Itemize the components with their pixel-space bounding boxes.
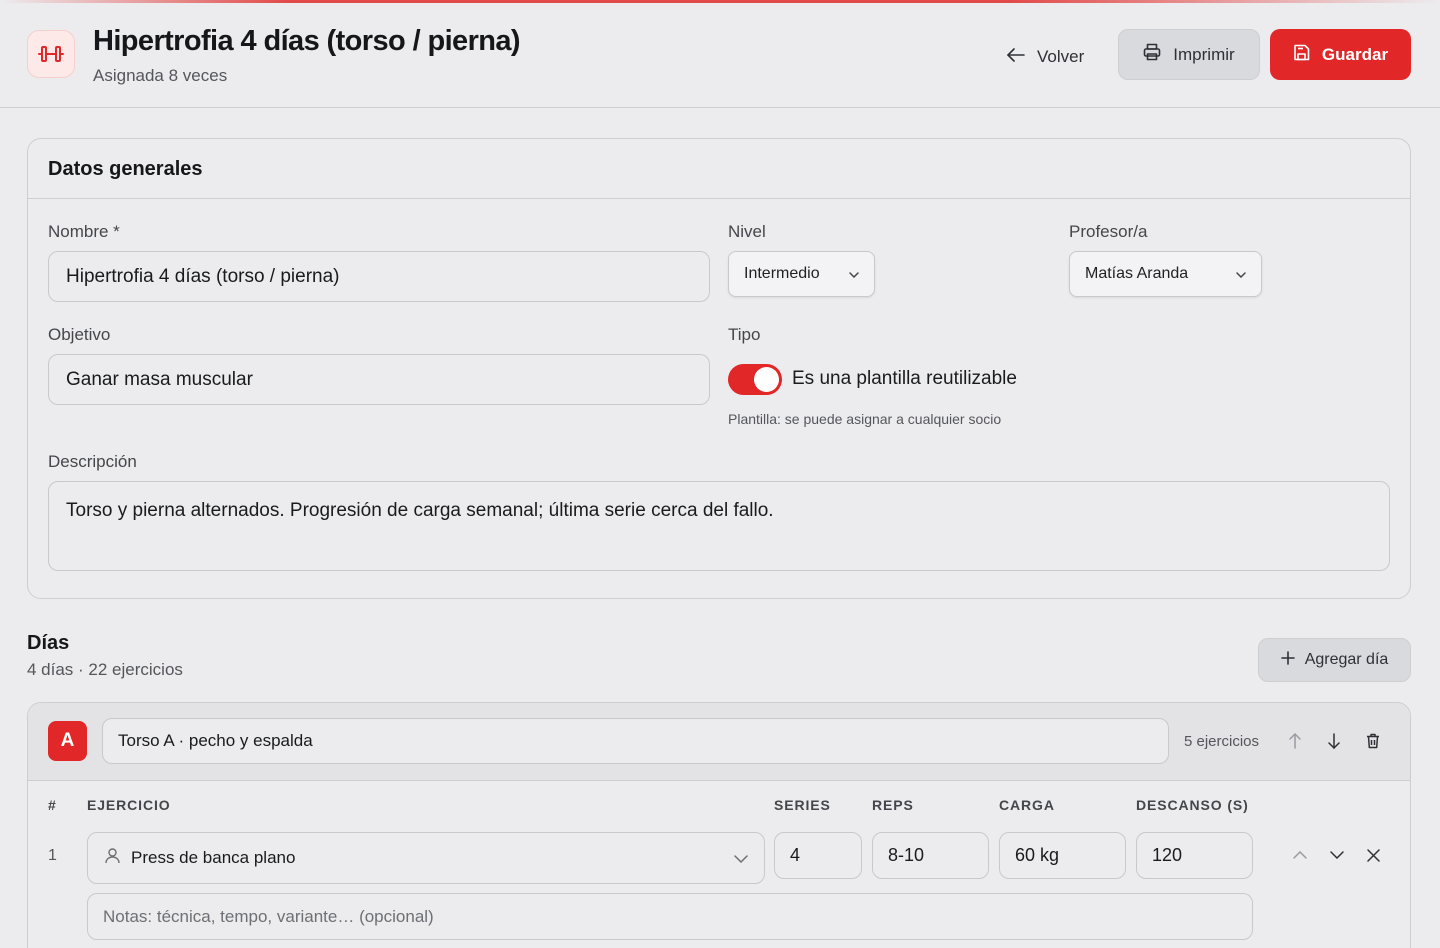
arrow-up-icon[interactable] [1285, 731, 1305, 751]
add-day-button[interactable]: Agregar día [1258, 638, 1411, 682]
column-header-rest: DESCANSO (S) [1136, 797, 1249, 813]
arrow-down-icon[interactable] [1324, 731, 1344, 751]
days-section-title: Días [27, 632, 70, 654]
back-button[interactable]: Volver [1000, 33, 1100, 81]
description-textarea[interactable]: Torso y pierna alternados. Progresión de… [48, 481, 1390, 571]
column-header-reps: REPS [872, 797, 914, 813]
trash-icon[interactable] [1363, 731, 1383, 751]
description-label: Descripción [48, 452, 137, 471]
close-icon[interactable] [1363, 845, 1383, 865]
exercise-select[interactable]: Press de banca plano [87, 832, 765, 884]
level-select[interactable]: Intermedio [728, 251, 875, 297]
page-title: Hipertrofia 4 días (torso / pierna) [93, 25, 521, 57]
section-title: Datos generales [28, 139, 1410, 199]
load-input[interactable]: 60 kg [999, 832, 1126, 879]
user-icon [104, 847, 121, 869]
general-data-card: Datos generales Nombre * Hipertrofia 4 d… [27, 138, 1411, 599]
chevron-up-icon[interactable] [1290, 845, 1310, 865]
day-header: A Torso A · pecho y espalda 5 ejercicios [28, 703, 1410, 781]
goal-label: Objetivo [48, 325, 111, 344]
page-header: Hipertrofia 4 días (torso / pierna) Asig… [0, 3, 1440, 108]
toggle-knob [754, 367, 779, 392]
exercise-name: Press de banca plano [131, 848, 296, 867]
reps-input[interactable]: 8-10 [872, 832, 989, 879]
notes-input[interactable]: Notas: técnica, tempo, variante… (opcion… [87, 893, 1253, 940]
plus-icon [1280, 650, 1295, 670]
series-input[interactable]: 4 [774, 832, 862, 879]
save-icon [1293, 44, 1310, 66]
column-header-series: SERIES [774, 797, 831, 813]
template-toggle[interactable] [728, 364, 782, 395]
day-card: A Torso A · pecho y espalda 5 ejercicios… [27, 702, 1411, 948]
trainer-label: Profesor/a [1069, 222, 1148, 241]
trainer-select-value: Matías Aranda [1085, 265, 1189, 282]
back-button-label: Volver [1037, 47, 1085, 66]
chevron-down-icon [734, 848, 748, 868]
day-badge: A [48, 721, 87, 761]
column-header-number: # [48, 797, 57, 813]
level-select-value: Intermedio [744, 265, 820, 282]
print-button[interactable]: Imprimir [1118, 29, 1260, 80]
chevron-down-icon[interactable] [1327, 845, 1347, 865]
save-button[interactable]: Guardar [1270, 29, 1411, 80]
chevron-down-icon [849, 265, 859, 283]
chevron-down-icon [1236, 265, 1246, 283]
column-header-exercise: EJERCICIO [87, 797, 171, 813]
printer-icon [1143, 43, 1161, 66]
level-label: Nivel [728, 222, 766, 241]
type-label: Tipo [728, 325, 761, 344]
dumbbell-icon [27, 30, 75, 78]
template-toggle-label: Es una plantilla reutilizable [792, 368, 1017, 389]
rest-input[interactable]: 120 [1136, 832, 1253, 879]
trainer-select[interactable]: Matías Aranda [1069, 251, 1262, 297]
save-button-label: Guardar [1321, 44, 1389, 64]
row-number: 1 [48, 847, 57, 864]
goal-input[interactable]: Ganar masa muscular [48, 354, 710, 405]
print-button-label: Imprimir [1173, 44, 1235, 64]
days-summary: 4 días · 22 ejercicios [27, 660, 183, 679]
arrow-left-icon [1007, 47, 1025, 67]
name-label: Nombre * [48, 222, 120, 241]
day-name-input[interactable]: Torso A · pecho y espalda [102, 718, 1169, 764]
template-hint: Plantilla: se puede asignar a cualquier … [728, 411, 1002, 427]
add-day-label: Agregar día [1304, 651, 1389, 668]
column-header-load: CARGA [999, 797, 1055, 813]
assignment-count: Asignada 8 veces [93, 66, 228, 85]
exercise-count: 5 ejercicios [1184, 733, 1260, 750]
name-input[interactable]: Hipertrofia 4 días (torso / pierna) [48, 251, 710, 302]
